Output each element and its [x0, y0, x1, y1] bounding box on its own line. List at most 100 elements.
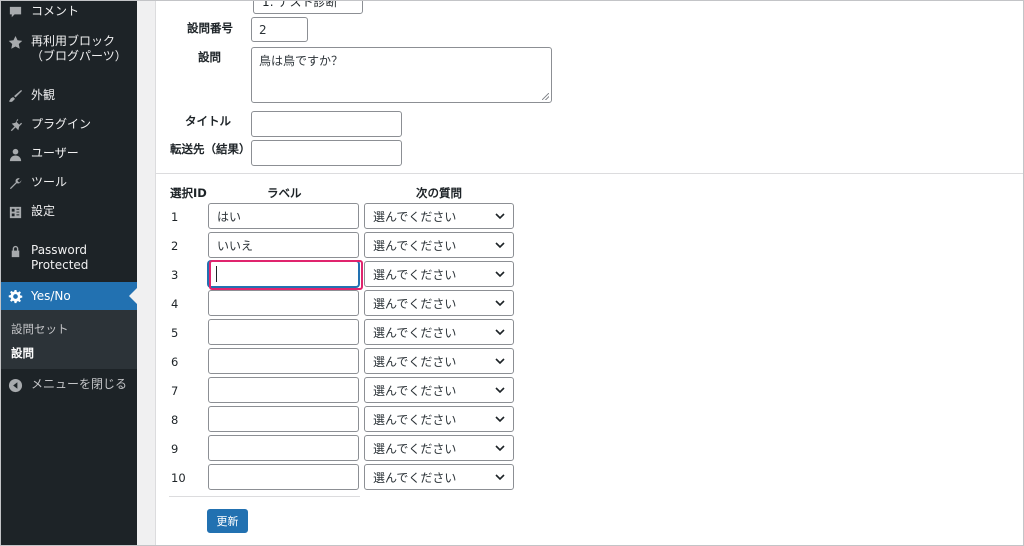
select-value: 選んでください — [373, 296, 457, 311]
next-question-select[interactable]: 選んでください — [364, 232, 514, 258]
collapse-menu-button[interactable]: メニューを閉じる — [0, 377, 137, 393]
menu-label-line1: Password — [31, 243, 88, 257]
admin-sidebar: コメント 再利用ブロック （ブログパーツ） 外観 プラグイン ユーザー ツール — [0, 0, 137, 546]
choice-label-input[interactable]: はい — [208, 203, 359, 229]
choice-label-input[interactable] — [208, 319, 359, 345]
next-question-select[interactable]: 選んでください — [364, 203, 514, 229]
chevron-down-icon — [491, 323, 509, 341]
menu-label: ツール — [31, 175, 68, 189]
table-bottom-line — [169, 496, 360, 497]
choice-id: 3 — [171, 268, 179, 282]
menu-label: 再利用ブロック （ブログパーツ） — [31, 34, 127, 64]
title-input[interactable] — [251, 111, 402, 137]
select-value: 1: テスト診断 — [262, 0, 338, 9]
menu-label: コメント — [31, 4, 80, 18]
question-label: 設問 — [198, 50, 221, 64]
question-edit-panel: 1: テスト診断 設問番号 2 設問 鳥は鳥ですか？ タイトル 転送先（結果） … — [155, 0, 1024, 546]
menu-label: プラグイン — [31, 117, 92, 131]
choice-id: 8 — [171, 413, 179, 427]
next-question-select[interactable]: 選んでください — [364, 261, 514, 287]
select-value: 選んでください — [373, 267, 457, 282]
menu-item-reusable-blocks[interactable]: 再利用ブロック （ブログパーツ） — [0, 34, 137, 64]
select-value: 選んでください — [373, 354, 457, 369]
select-value: 選んでください — [373, 325, 457, 340]
input-value: いいえ — [217, 238, 254, 253]
chevron-down-icon — [491, 236, 509, 254]
user-icon — [7, 146, 23, 162]
active-menu-arrow — [129, 288, 137, 304]
chevron-down-icon — [491, 352, 509, 370]
next-question-select[interactable]: 選んでください — [364, 290, 514, 316]
menu-label: 設定 — [31, 204, 56, 218]
menu-item-settings[interactable]: 設定 — [0, 204, 137, 220]
wrench-icon — [7, 175, 23, 191]
question-set-select[interactable]: 1: テスト診断 — [253, 0, 363, 14]
choice-label-input[interactable] — [208, 348, 359, 374]
gear-icon — [7, 288, 23, 304]
chevron-down-icon — [491, 468, 509, 486]
submenu-item-questions[interactable]: 設問 — [11, 345, 34, 361]
next-question-select[interactable]: 選んでください — [364, 464, 514, 490]
menu-item-appearance[interactable]: 外観 — [0, 88, 137, 104]
menu-item-password-protected[interactable]: Password Protected — [0, 243, 137, 273]
select-value: 選んでください — [373, 383, 457, 398]
menu-label: Password Protected — [31, 243, 88, 273]
menu-item-users[interactable]: ユーザー — [0, 146, 137, 162]
menu-item-yes-no[interactable]: Yes/No — [0, 282, 137, 310]
submenu-item-question-sets[interactable]: 設問セット — [11, 321, 69, 337]
column-header-next: 次の質問 — [416, 186, 462, 200]
select-value: 選んでください — [373, 441, 457, 456]
next-question-select[interactable]: 選んでください — [364, 435, 514, 461]
next-question-select[interactable]: 選んでください — [364, 377, 514, 403]
choice-id: 10 — [171, 471, 186, 485]
lock-icon — [7, 243, 23, 259]
menu-label: ユーザー — [31, 146, 79, 160]
next-question-select[interactable]: 選んでください — [364, 348, 514, 374]
menu-label-line1: 再利用ブロック — [31, 34, 116, 48]
menu-label-line2: Protected — [31, 258, 89, 272]
comment-icon — [7, 4, 23, 20]
update-button[interactable]: 更新 — [207, 509, 248, 533]
chevron-down-icon — [491, 410, 509, 428]
text-caret — [216, 266, 217, 282]
choice-id: 1 — [171, 210, 179, 224]
select-value: 選んでください — [373, 470, 457, 485]
next-question-select[interactable]: 選んでください — [364, 319, 514, 345]
choice-id: 7 — [171, 384, 179, 398]
choice-label-input[interactable] — [208, 261, 359, 287]
brush-icon — [7, 88, 23, 104]
choice-id: 6 — [171, 355, 179, 369]
column-header-id: 選択ID — [170, 186, 207, 200]
chevron-down-icon — [491, 439, 509, 457]
redirect-input[interactable] — [251, 140, 402, 166]
input-value: はい — [217, 209, 242, 224]
menu-label-line2: （ブログパーツ） — [31, 49, 127, 63]
menu-label: メニューを閉じる — [31, 377, 128, 391]
next-question-select[interactable]: 選んでください — [364, 406, 514, 432]
select-value: 選んでください — [373, 412, 457, 427]
choice-label-input[interactable] — [208, 406, 359, 432]
menu-item-tools[interactable]: ツール — [0, 175, 137, 191]
choice-label-input[interactable] — [208, 290, 359, 316]
redirect-label: 転送先（結果） — [170, 142, 251, 156]
column-header-label: ラベル — [267, 186, 302, 200]
choice-label-input[interactable]: いいえ — [208, 232, 359, 258]
menu-item-plugins[interactable]: プラグイン — [0, 117, 137, 133]
menu-label: Yes/No — [31, 288, 71, 303]
choice-label-input[interactable] — [208, 435, 359, 461]
title-label: タイトル — [185, 114, 231, 128]
choice-id: 2 — [171, 239, 179, 253]
question-number-input[interactable]: 2 — [251, 17, 308, 42]
menu-item-comments[interactable]: コメント — [0, 4, 137, 20]
chevron-down-icon — [491, 294, 509, 312]
plugin-icon — [7, 117, 23, 133]
question-textarea[interactable]: 鳥は鳥ですか？ — [251, 47, 552, 103]
choice-id: 5 — [171, 326, 179, 340]
choice-label-input[interactable] — [208, 464, 359, 490]
section-divider — [156, 173, 1024, 174]
question-number-label: 設問番号 — [187, 21, 233, 35]
select-value: 選んでください — [373, 238, 457, 253]
choice-id: 4 — [171, 297, 179, 311]
resize-handle[interactable] — [542, 93, 549, 100]
choice-label-input[interactable] — [208, 377, 359, 403]
